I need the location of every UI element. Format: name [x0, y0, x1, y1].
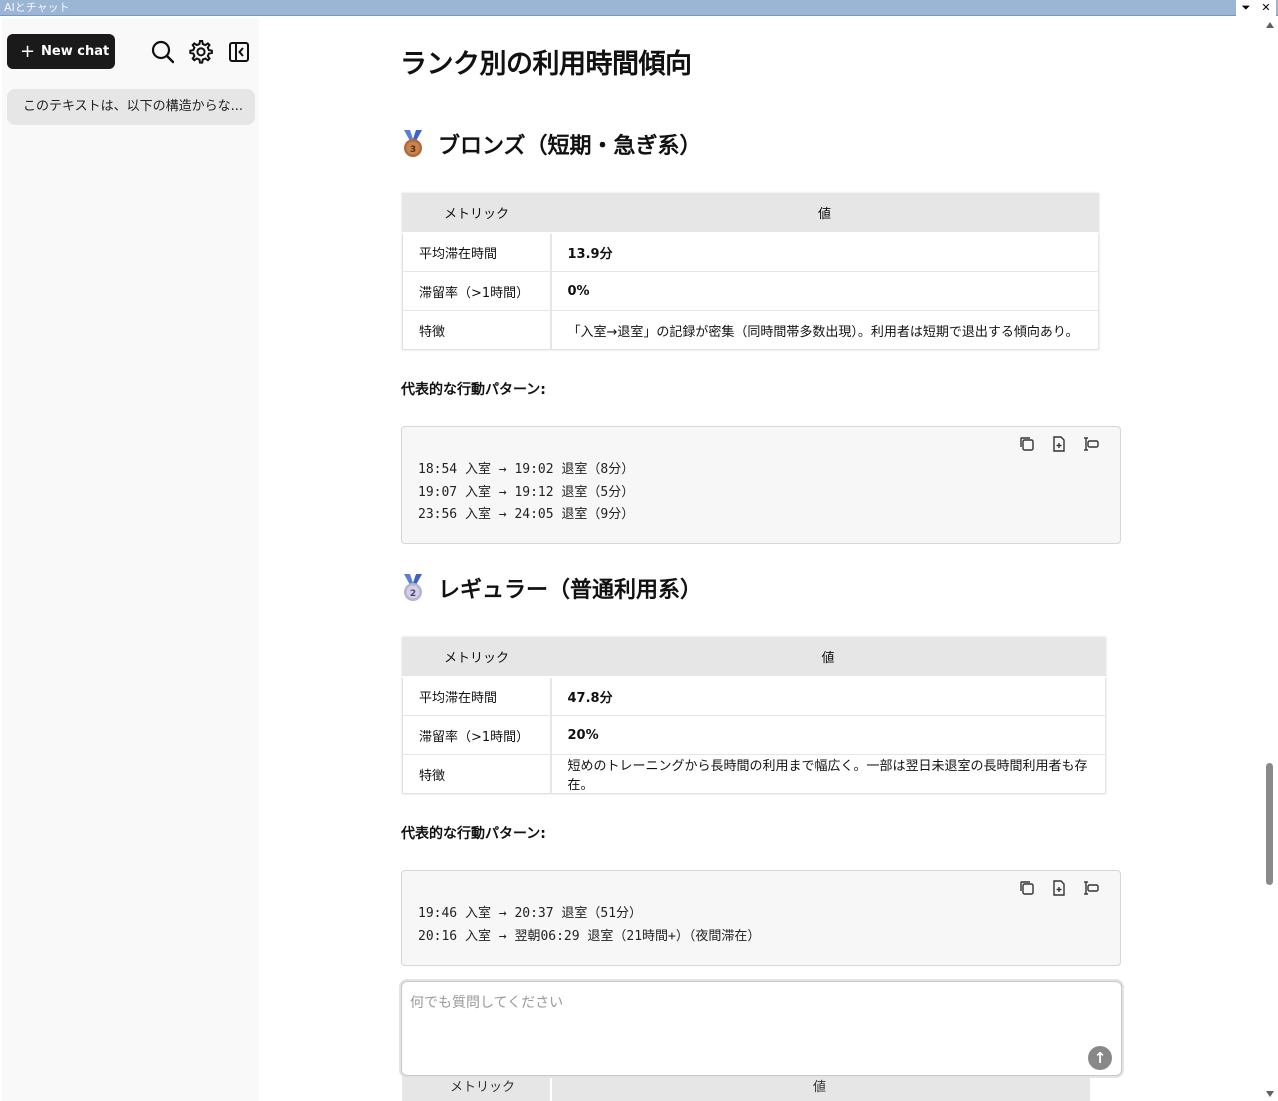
- scroll-down-icon[interactable]: [1266, 1091, 1274, 1097]
- table-cell: 滞留率（>1時間）: [402, 271, 552, 311]
- silver-medal-icon: 2: [400, 573, 426, 603]
- pattern-label: 代表的な行動パターン:: [401, 826, 546, 842]
- table-row: 特徴 短めのトレーニングから長時間の利用まで幅広く。一部は翌日未退室の長時間利用…: [402, 754, 1106, 794]
- metrics-table-regular: メトリック 値 平均滞在時間 47.8分 滞留率（>1時間） 20% 特徴 短め…: [402, 637, 1106, 794]
- pattern-label: 代表的な行動パターン:: [401, 382, 546, 398]
- code-block: 18:54 入室 → 19:02 退室（8分） 19:07 入室 → 19:12…: [401, 426, 1121, 544]
- metrics-table-bronze: メトリック 値 平均滞在時間 13.9分 滞留率（>1時間） 0% 特徴 「入室…: [402, 193, 1099, 350]
- chat-history-item[interactable]: このテキストは、以下の構造からな...: [7, 89, 255, 125]
- table-cell: 平均滞在時間: [402, 232, 552, 272]
- chat-input[interactable]: [410, 992, 1070, 1052]
- table-cell: 「入室→退室」の記録が密集（同時間帯多数出現）。利用者は短期で退出する傾向あり。: [550, 310, 1099, 350]
- insert-cursor-icon[interactable]: [1082, 879, 1100, 897]
- table-header: メトリック: [402, 637, 551, 678]
- plus-icon: +: [20, 41, 36, 62]
- chat-content: ランク別の利用時間傾向 3 ブロンズ（短期・急ぎ系） メトリック 値 平均滞在時…: [259, 18, 1263, 1101]
- table-row: 滞留率（>1時間） 0%: [402, 271, 1099, 311]
- gear-icon[interactable]: [188, 39, 214, 65]
- table-cell: 47.8分: [550, 676, 1106, 716]
- table-cell: 滞留率（>1時間）: [402, 715, 552, 755]
- table-header-row: メトリック 値: [402, 193, 1099, 234]
- section-heading-regular: 2 レギュラー（普通利用系）: [400, 572, 702, 604]
- code-block: 19:46 入室 → 20:37 退室（51分） 20:16 入室 → 翌朝06…: [401, 870, 1121, 966]
- new-chat-label: New chat: [41, 44, 110, 59]
- svg-text:3: 3: [410, 145, 416, 155]
- section-heading-bronze: 3 ブロンズ（短期・急ぎ系）: [400, 128, 702, 160]
- arrow-up-icon: ↑: [1093, 1049, 1107, 1067]
- insert-file-icon[interactable]: [1050, 879, 1068, 897]
- table-cell: 20%: [550, 715, 1106, 755]
- main-scrollbar[interactable]: [1263, 18, 1278, 1101]
- code-text: 19:46 入室 → 20:37 退室（51分） 20:16 入室 → 翌朝06…: [418, 906, 761, 944]
- send-button[interactable]: ↑: [1088, 1046, 1112, 1070]
- window-title: AIとチャット: [4, 1, 70, 14]
- insert-file-icon[interactable]: [1050, 435, 1068, 453]
- table-cell: 特徴: [402, 754, 552, 794]
- scrollbar-thumb[interactable]: [1266, 763, 1273, 885]
- code-toolbar: [1018, 435, 1100, 453]
- table-cell: 13.9分: [550, 232, 1099, 272]
- code-text: 18:54 入室 → 19:02 退室（8分） 19:07 入室 → 19:12…: [418, 462, 635, 522]
- section-title: ブロンズ（短期・急ぎ系）: [438, 134, 702, 159]
- table-divider: [550, 1076, 552, 1101]
- table-row: 平均滞在時間 47.8分: [402, 676, 1106, 716]
- table-cell: 0%: [550, 271, 1099, 311]
- bronze-medal-icon: 3: [400, 129, 426, 159]
- table-cell: 特徴: [402, 310, 552, 350]
- partial-table-header: メトリック 値: [402, 1076, 1090, 1101]
- copy-icon[interactable]: [1018, 435, 1036, 453]
- search-icon[interactable]: [150, 39, 176, 65]
- sidebar: + New chat このテキストは、以下の構造からな...: [2, 18, 259, 1101]
- svg-text:2: 2: [410, 589, 416, 599]
- response-heading: ランク別の利用時間傾向: [400, 49, 692, 80]
- section-title: レギュラー（普通利用系）: [438, 578, 703, 603]
- insert-cursor-icon[interactable]: [1082, 435, 1100, 453]
- table-header: メトリック: [402, 193, 551, 234]
- collapse-sidebar-icon[interactable]: [226, 39, 252, 65]
- table-row: 平均滞在時間 13.9分: [402, 232, 1099, 272]
- table-header: メトリック: [450, 1080, 516, 1095]
- window-title-bar: AIとチャット ⏷ ✕: [0, 0, 1278, 16]
- table-row: 特徴 「入室→退室」の記録が密集（同時間帯多数出現）。利用者は短期で退出する傾向…: [402, 310, 1099, 350]
- code-toolbar: [1018, 879, 1100, 897]
- table-cell: 平均滞在時間: [402, 676, 552, 716]
- table-row: 滞留率（>1時間） 20%: [402, 715, 1106, 755]
- table-header: 値: [813, 1080, 827, 1095]
- copy-icon[interactable]: [1018, 879, 1036, 897]
- scroll-up-icon[interactable]: [1266, 22, 1274, 28]
- window-close-icon[interactable]: ✕: [1256, 0, 1276, 16]
- new-chat-button[interactable]: + New chat: [7, 34, 115, 69]
- table-header: 値: [550, 193, 1099, 234]
- table-header-row: メトリック 値: [402, 637, 1106, 678]
- table-cell: 短めのトレーニングから長時間の利用まで幅広く。一部は翌日未退室の長時間利用者も存…: [550, 754, 1106, 794]
- window-menu-dropdown-icon[interactable]: ⏷: [1236, 0, 1256, 16]
- table-header: 値: [550, 637, 1106, 678]
- chat-input-box: ↑: [401, 981, 1122, 1076]
